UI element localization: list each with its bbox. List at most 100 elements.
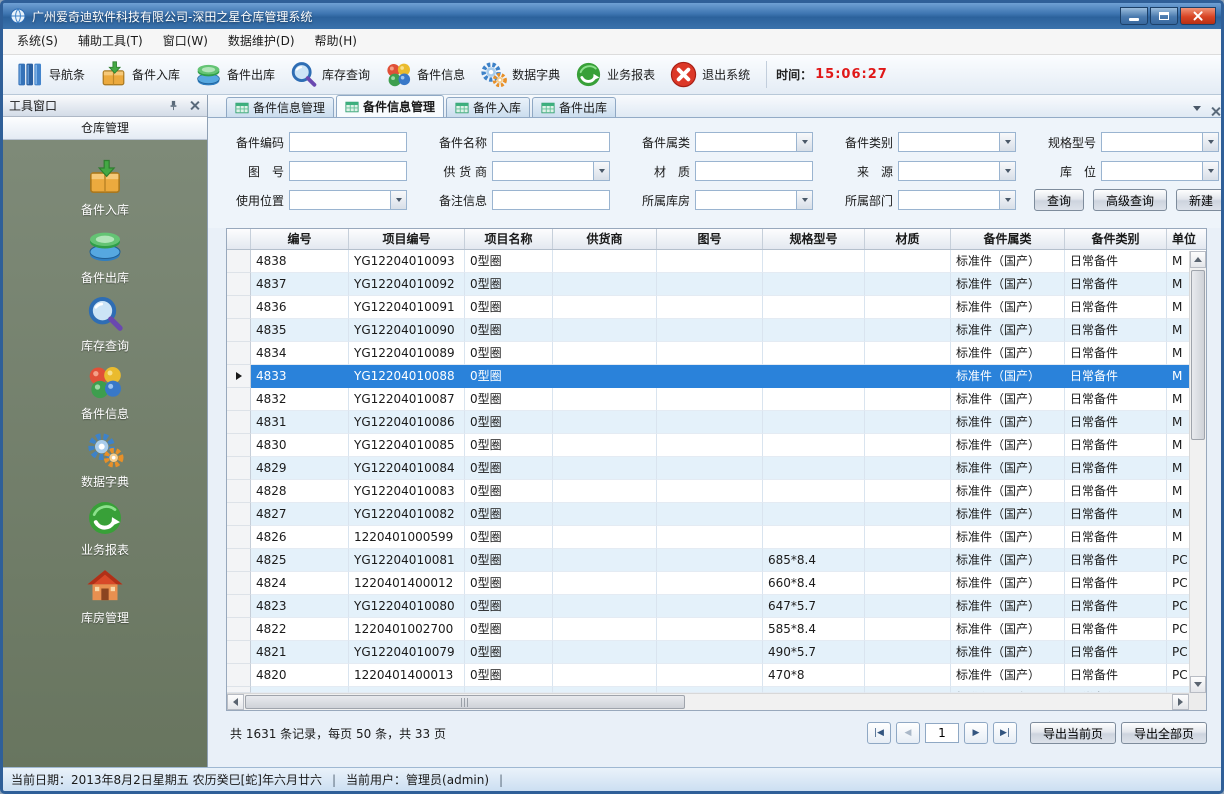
combo-dropdown-button[interactable] xyxy=(999,162,1015,180)
table-row[interactable]: 4821YG122040100790型圈490*5.7标准件（国产）日常备件PC xyxy=(227,641,1206,664)
next-page-button[interactable]: ▶ xyxy=(964,722,988,744)
spec-model-combo[interactable] xyxy=(1101,132,1219,152)
drawing-no-field[interactable] xyxy=(289,161,407,181)
row-selector-cell[interactable] xyxy=(227,250,251,273)
sidebar-item-parts-in[interactable]: 备件入库 xyxy=(25,154,185,222)
combo-dropdown-button[interactable] xyxy=(796,191,812,209)
material-field[interactable] xyxy=(695,161,813,181)
column-header-6[interactable]: 材质 xyxy=(865,229,951,249)
scroll-up-button[interactable] xyxy=(1190,251,1206,268)
prev-page-button[interactable]: ◀ xyxy=(896,722,920,744)
tab-3[interactable]: 备件出库 xyxy=(532,97,616,117)
location-combo[interactable] xyxy=(1101,161,1219,181)
query-button[interactable]: 查询 xyxy=(1034,189,1084,211)
menu-item-0[interactable]: 系统(S) xyxy=(7,29,68,54)
table-row[interactable]: 4832YG122040100870型圈标准件（国产）日常备件M xyxy=(227,388,1206,411)
table-row[interactable]: 482412204014000120型圈660*8.4标准件（国产）日常备件PC xyxy=(227,572,1206,595)
menu-item-2[interactable]: 窗口(W) xyxy=(153,29,218,54)
toolbar-button-exit[interactable]: 退出系统 xyxy=(662,58,757,92)
column-header-9[interactable]: 单位 xyxy=(1167,229,1206,249)
toolbar-button-navbar[interactable]: 导航条 xyxy=(9,58,92,92)
close-button[interactable] xyxy=(1180,7,1216,25)
page-number-input[interactable] xyxy=(925,723,959,743)
export-current-page-button[interactable]: 导出当前页 xyxy=(1030,722,1116,744)
combo-dropdown-button[interactable] xyxy=(1202,133,1218,151)
combo-dropdown-button[interactable] xyxy=(796,133,812,151)
row-selector-cell[interactable] xyxy=(227,503,251,526)
row-selector-cell[interactable] xyxy=(227,457,251,480)
row-selector-cell[interactable] xyxy=(227,365,251,388)
first-page-button[interactable]: |◀ xyxy=(867,722,891,744)
parts-name-field[interactable] xyxy=(492,132,610,152)
table-row[interactable]: 4835YG122040100900型圈标准件（国产）日常备件M xyxy=(227,319,1206,342)
menu-item-1[interactable]: 辅助工具(T) xyxy=(68,29,153,54)
row-selector-cell[interactable] xyxy=(227,319,251,342)
horizontal-scroll-thumb[interactable] xyxy=(245,695,685,709)
row-selector-cell[interactable] xyxy=(227,618,251,641)
toolbar-button-parts-in[interactable]: 备件入库 xyxy=(92,58,187,92)
menu-item-3[interactable]: 数据维护(D) xyxy=(218,29,305,54)
scroll-down-button[interactable] xyxy=(1190,676,1206,693)
column-header-4[interactable]: 图号 xyxy=(657,229,763,249)
menu-item-4[interactable]: 帮助(H) xyxy=(305,29,367,54)
table-row[interactable]: 482612204010005990型圈标准件（国产）日常备件M xyxy=(227,526,1206,549)
row-selector-cell[interactable] xyxy=(227,296,251,319)
table-row[interactable]: 4830YG122040100850型圈标准件（国产）日常备件M xyxy=(227,434,1206,457)
export-all-pages-button[interactable]: 导出全部页 xyxy=(1121,722,1207,744)
supplier-combo[interactable] xyxy=(492,161,610,181)
sidebar-item-parts-out[interactable]: 备件出库 xyxy=(25,222,185,290)
parts-type-combo[interactable] xyxy=(898,132,1016,152)
sidebar-item-parts-info[interactable]: 备件信息 xyxy=(25,358,185,426)
source-combo[interactable] xyxy=(898,161,1016,181)
row-selector-cell[interactable] xyxy=(227,595,251,618)
tab-list-button[interactable] xyxy=(1193,100,1201,114)
warehouse-combo[interactable] xyxy=(695,190,813,210)
column-header-1[interactable]: 项目编号 xyxy=(349,229,465,249)
toolbar-button-parts-info[interactable]: 备件信息 xyxy=(377,58,472,92)
sidebar-item-stock-query[interactable]: 库存查询 xyxy=(25,290,185,358)
row-selector-cell[interactable] xyxy=(227,411,251,434)
column-header-5[interactable]: 规格型号 xyxy=(763,229,865,249)
sidebar-item-data-dict[interactable]: 数据字典 xyxy=(25,426,185,494)
toolbar-button-report[interactable]: 业务报表 xyxy=(567,58,662,92)
remark-field[interactable] xyxy=(492,190,610,210)
vertical-scrollbar[interactable] xyxy=(1189,251,1206,693)
close-panel-button[interactable] xyxy=(187,99,201,113)
table-row[interactable]: 4833YG122040100880型圈标准件（国产）日常备件M xyxy=(227,365,1206,388)
parts-code-field[interactable] xyxy=(289,132,407,152)
vertical-scroll-thumb[interactable] xyxy=(1191,270,1205,440)
column-header-8[interactable]: 备件类别 xyxy=(1065,229,1167,249)
table-row[interactable]: 482012204014000130型圈470*8标准件（国产）日常备件PC xyxy=(227,664,1206,687)
tab-0[interactable]: 备件信息管理 xyxy=(226,97,334,117)
table-row[interactable]: 4837YG122040100920型圈标准件（国产）日常备件M xyxy=(227,273,1206,296)
row-selector-cell[interactable] xyxy=(227,273,251,296)
table-row[interactable]: 482212204010027000型圈585*8.4标准件（国产）日常备件PC xyxy=(227,618,1206,641)
new-button[interactable]: 新建 xyxy=(1176,189,1224,211)
row-selector-cell[interactable] xyxy=(227,526,251,549)
horizontal-scrollbar[interactable] xyxy=(227,693,1189,710)
minimize-button[interactable] xyxy=(1120,7,1148,25)
scroll-left-button[interactable] xyxy=(227,694,244,710)
row-selector-cell[interactable] xyxy=(227,641,251,664)
department-combo[interactable] xyxy=(898,190,1016,210)
table-row[interactable]: 4838YG122040100930型圈标准件（国产）日常备件M xyxy=(227,250,1206,273)
maximize-button[interactable] xyxy=(1150,7,1178,25)
parts-category-combo[interactable] xyxy=(695,132,813,152)
usage-position-combo[interactable] xyxy=(289,190,407,210)
row-selector-cell[interactable] xyxy=(227,434,251,457)
sidebar-item-warehouse[interactable]: 库房管理 xyxy=(25,562,185,630)
table-row[interactable]: 4836YG122040100910型圈标准件（国产）日常备件M xyxy=(227,296,1206,319)
advanced-query-button[interactable]: 高级查询 xyxy=(1093,189,1167,211)
column-header-0[interactable]: 编号 xyxy=(251,229,349,249)
vertical-scroll-track[interactable] xyxy=(1190,268,1206,676)
combo-dropdown-button[interactable] xyxy=(1202,162,1218,180)
table-row[interactable]: 4823YG122040100800型圈647*5.7标准件（国产）日常备件PC xyxy=(227,595,1206,618)
combo-dropdown-button[interactable] xyxy=(999,133,1015,151)
table-row[interactable]: 4831YG122040100860型圈标准件（国产）日常备件M xyxy=(227,411,1206,434)
toolbar-button-parts-out[interactable]: 备件出库 xyxy=(187,58,282,92)
column-header-2[interactable]: 项目名称 xyxy=(465,229,553,249)
horizontal-scroll-track[interactable] xyxy=(244,694,1172,710)
table-row[interactable]: 4827YG122040100820型圈标准件（国产）日常备件M xyxy=(227,503,1206,526)
last-page-button[interactable]: ▶| xyxy=(993,722,1017,744)
row-selector-cell[interactable] xyxy=(227,342,251,365)
